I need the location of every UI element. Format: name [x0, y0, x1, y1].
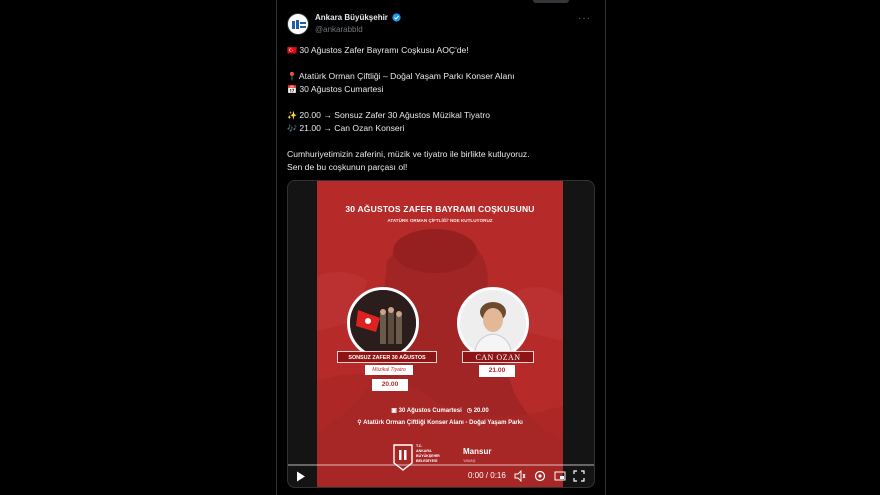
tweet-line: ✨ 20.00 → Sonsuz Zafer 30 Ağustos Müzika… — [287, 109, 592, 122]
poster-place: Atatürk Orman Çiftliği Konser Alanı - Do… — [363, 420, 523, 426]
left-show-tag: Müzikal Tiyatro — [365, 365, 413, 375]
tweet-line-text: Atatürk Orman Çiftliği – Doğal Yaşam Par… — [298, 71, 515, 81]
pin-icon: 📍 — [287, 72, 297, 81]
poster-time: 20.00 — [473, 408, 489, 414]
fullscreen-icon[interactable] — [573, 470, 585, 482]
singer-photo — [457, 287, 529, 359]
theatre-image — [350, 290, 416, 356]
tweet-line: Sen de bu coşkunun parçası ol! — [287, 161, 592, 174]
video-progress-bar[interactable] — [288, 464, 594, 466]
video-controls: 0:00 / 0:16 — [288, 467, 594, 487]
singer-image — [460, 290, 526, 356]
poster-date: 30 Ağustos Cumartesi — [398, 408, 462, 414]
tweet-line: 📅 30 Ağustos Cumartesi — [287, 83, 592, 96]
right-show-time: 21.00 — [479, 365, 515, 377]
volume-icon[interactable] — [514, 470, 526, 482]
turkey-flag-icon: 🇹🇷 — [287, 46, 297, 55]
tweet-line-text: Sen de bu coşkunun parçası ol! — [287, 162, 408, 172]
poster-date-time: ▣ 30 Ağustos Cumartesi ◷ 20.00 — [317, 407, 563, 414]
poster-subtitle: ATATÜRK ORMAN ÇİFTLİĞİ' NDE KUTLUYORUZ — [387, 218, 493, 223]
right-show-ribbon: CAN OZAN — [462, 351, 534, 363]
left-show-time: 20.00 — [372, 379, 408, 391]
tweet-line-text: Cumhuriyetimizin zaferini, müzik ve tiya… — [287, 149, 530, 159]
picture-in-picture-icon[interactable] — [554, 470, 566, 482]
play-icon[interactable] — [296, 471, 306, 482]
left-show-ribbon: SONSUZ ZAFER 30 AĞUSTOS — [337, 351, 437, 363]
mansur-signature-sub: YAVAŞ — [463, 458, 476, 463]
avatar[interactable] — [287, 13, 309, 35]
ankara-logo-icon — [292, 20, 306, 29]
tweet-line-text: 30 Ağustos Cumartesi — [299, 84, 384, 94]
video-time: 0:00 / 0:16 — [468, 471, 506, 480]
tweet-line: 🎶 21.00 → Can Ozan Konseri — [287, 122, 592, 135]
author-name[interactable]: Ankara Büyükşehir — [315, 13, 388, 22]
municipality-name: T.C. ANKARA BÜYÜKŞEHİR BELEDİYESİ — [416, 444, 440, 464]
tweet-line-text: 21.00 → Can Ozan Konseri — [299, 123, 405, 133]
tweet-line-text: 20.00 → Sonsuz Zafer 30 Ağustos Müzikal … — [299, 110, 490, 120]
tweet-line: 📍 Atatürk Orman Çiftliği – Doğal Yaşam P… — [287, 70, 592, 83]
sparkles-icon: ✨ — [287, 111, 297, 120]
author-name-row[interactable]: Ankara Büyükşehir — [315, 13, 401, 23]
tweet-column: Ankara Büyükşehir @ankarabbld ··· 🇹🇷 30 … — [276, 0, 606, 495]
calendar-icon: 📅 — [287, 85, 297, 94]
tweet-line: 🇹🇷 30 Ağustos Zafer Bayramı Coşkusu AOÇ'… — [287, 44, 592, 57]
video-player[interactable]: 30 AĞUSTOS ZAFER BAYRAMI COŞKUSUNU ATATÜ… — [287, 180, 595, 488]
theatre-photo — [347, 287, 419, 359]
poster-location: ⚲ Atatürk Orman Çiftliği Konser Alanı - … — [317, 419, 563, 426]
mansur-signature: Mansur — [463, 447, 492, 456]
tweet-text: 🇹🇷 30 Ağustos Zafer Bayramı Coşkusu AOÇ'… — [287, 44, 592, 174]
tweet-line: Cumhuriyetimizin zaferini, müzik ve tiya… — [287, 148, 592, 161]
poster-title: 30 AĞUSTOS ZAFER BAYRAMI COŞKUSUNU — [345, 204, 535, 214]
video-poster[interactable]: 30 AĞUSTOS ZAFER BAYRAMI COŞKUSUNU ATATÜ… — [317, 181, 563, 487]
author-handle[interactable]: @ankarabbld — [315, 25, 363, 34]
settings-gear-icon[interactable] — [534, 470, 546, 482]
music-notes-icon: 🎶 — [287, 124, 297, 133]
calendar-icon: ▣ — [391, 408, 397, 414]
top-pill — [533, 0, 569, 3]
tweet-header: Ankara Büyükşehir @ankarabbld ··· — [287, 11, 595, 37]
location-pin-icon: ⚲ — [357, 420, 362, 426]
clock-icon: ◷ — [466, 408, 473, 414]
verified-badge-icon — [392, 13, 401, 23]
tweet-line-text: 30 Ağustos Zafer Bayramı Coşkusu AOÇ'de! — [299, 45, 469, 55]
more-options-icon[interactable]: ··· — [578, 13, 591, 24]
